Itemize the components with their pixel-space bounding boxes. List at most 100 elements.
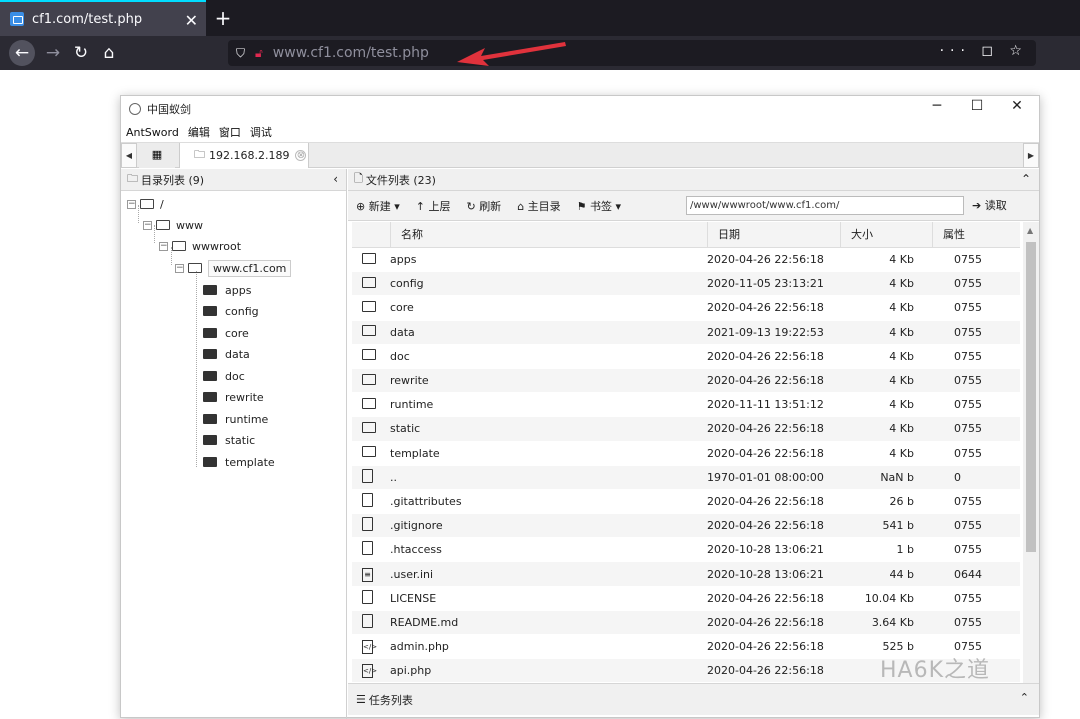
menu-edit[interactable]: 编辑 [188, 124, 210, 140]
browser-tab[interactable]: cf1.com/test.php ✕ [0, 0, 206, 36]
menu-window[interactable]: 窗口 [219, 124, 241, 140]
maximize-button[interactable]: ☐ [955, 98, 999, 114]
scroll-up-icon[interactable]: ▲ [1027, 226, 1033, 235]
bookmark-button[interactable]: ⚑ 书签 ▾ [569, 198, 629, 214]
url-text[interactable]: www.cf1.com/test.php [273, 45, 429, 61]
tree-node-config[interactable]: config [203, 302, 259, 320]
home-dir-button[interactable]: ⌂ 主目录 [509, 198, 568, 214]
folder-filled-icon [203, 414, 217, 424]
table-row[interactable]: static 2020-04-26 22:56:18 4 Kb 0755 [352, 417, 1020, 442]
name-column-header[interactable]: 名称 [390, 222, 707, 247]
scrollbar-thumb[interactable] [1026, 242, 1036, 552]
tab-close-icon[interactable]: ✕ [185, 11, 198, 30]
file-date-cell: 2020-10-28 13:06:21 [707, 567, 824, 581]
date-column-header[interactable]: 日期 [707, 222, 840, 247]
table-row[interactable]: template 2020-04-26 22:56:18 4 Kb 0755 [352, 442, 1020, 466]
tab-scroll-right-icon[interactable]: ▶ [1023, 143, 1039, 168]
tree-node-template[interactable]: template [203, 453, 275, 471]
file-attr-cell: 0755 [954, 591, 982, 605]
table-row[interactable]: apps 2020-04-26 22:56:18 4 Kb 0755 [352, 248, 1020, 273]
folder-icon [352, 421, 390, 436]
attr-column-header[interactable]: 属性 [932, 222, 1020, 247]
tab-scroll-left-icon[interactable]: ◀ [121, 143, 137, 168]
directory-panel: 🗀︎ 目录列表 (9) ‹ − / − www − wwwroot − www.… [121, 169, 347, 719]
tree-node-data[interactable]: data [203, 345, 250, 363]
tracking-shield-icon[interactable]: ⛉ [236, 46, 245, 61]
directory-panel-title: 目录列表 (9) [141, 173, 205, 187]
grid-home-icon[interactable]: ▦ [139, 143, 175, 168]
parent-dir-label: 上层 [428, 199, 451, 213]
new-button[interactable]: ⊕ 新建 ▾ [348, 198, 408, 214]
tree-node-apps[interactable]: apps [203, 281, 251, 299]
expand-task-list-icon[interactable]: ⌃ [1020, 691, 1029, 704]
parent-dir-button[interactable]: ↑ 上层 [408, 198, 459, 214]
new-tab-button[interactable]: + [212, 6, 234, 30]
folder-icon [352, 300, 390, 315]
session-tab-strip: ◀ ▦ 🗀︎ 192.168.2.189 ⊗ ▶ [121, 142, 1039, 168]
table-row[interactable]: LICENSE 2020-04-26 22:56:18 10.04 Kb 0755 [352, 587, 1020, 611]
file-size-cell: 4 Kb [889, 446, 914, 460]
menu-debug[interactable]: 调试 [250, 124, 272, 140]
tree-node-rewrite[interactable]: rewrite [203, 388, 264, 406]
reload-icon[interactable]: ↻ [68, 40, 94, 66]
url-bar[interactable]: ⛉ 🔓︎ www.cf1.com/test.php ··· ◻ ☆ [228, 40, 1036, 66]
table-row[interactable]: core 2020-04-26 22:56:18 4 Kb 0755 [352, 296, 1020, 321]
table-row[interactable]: rewrite 2020-04-26 22:56:18 4 Kb 0755 [352, 368, 1020, 394]
table-row[interactable]: doc 2020-04-26 22:56:18 4 Kb 0755 [352, 345, 1020, 369]
read-path-button[interactable]: ➔ 读取 [972, 197, 1007, 213]
tree-node-www[interactable]: − www [143, 216, 203, 234]
tree-node-site[interactable]: − www.cf1.com [175, 259, 292, 277]
file-list-scrollbar[interactable]: ▲ [1023, 222, 1039, 698]
page-actions-icons[interactable]: ··· ◻ ☆ [940, 43, 1028, 59]
session-tab[interactable]: 🗀︎ 192.168.2.189 ⊗ [179, 143, 309, 168]
tree-node-doc[interactable]: doc [203, 367, 245, 385]
table-row[interactable]: .gitattributes 2020-04-26 22:56:18 26 b 075… [352, 490, 1020, 515]
path-input[interactable]: /www/wwwroot/www.cf1.com/ [686, 196, 964, 215]
tree-node-wwwroot[interactable]: − wwwroot [159, 237, 241, 255]
home-icon[interactable]: ⌂ [96, 40, 122, 66]
tree-node-static[interactable]: static [203, 431, 255, 449]
folder-filled-icon [203, 328, 217, 338]
tree-node-runtime[interactable]: runtime [203, 410, 268, 428]
file-attr-cell: 0755 [954, 301, 982, 315]
file-date-cell: 2020-04-26 22:56:18 [707, 615, 824, 629]
file-size-cell: 4 Kb [889, 422, 914, 436]
expand-toggle-icon[interactable]: − [143, 220, 152, 230]
expand-toggle-icon[interactable]: − [127, 199, 136, 209]
table-row[interactable]: config 2020-11-05 23:13:21 4 Kb 0755 [352, 272, 1020, 297]
menu-antsword[interactable]: AntSword [126, 126, 179, 139]
table-row[interactable]: .. 1970-01-01 08:00:00 NaN b 0 [352, 465, 1020, 490]
folder-outline-icon [172, 241, 186, 251]
minimize-button[interactable]: ─ [915, 98, 959, 114]
table-row[interactable]: ≡ .user.ini 2020-10-28 13:06:21 44 b 0644 [352, 562, 1020, 587]
file-date-cell: 2020-04-26 22:56:18 [707, 494, 824, 508]
tree-node-core[interactable]: core [203, 324, 249, 342]
file-name-cell: admin.php [390, 640, 449, 654]
table-row[interactable]: README.md 2020-04-26 22:56:18 3.64 Kb 0755 [352, 610, 1020, 635]
insecure-lock-icon[interactable]: 🔓︎ [255, 46, 263, 61]
expand-toggle-icon[interactable]: − [159, 241, 168, 251]
table-row[interactable]: runtime 2020-11-11 13:51:12 4 Kb 0755 [352, 393, 1020, 418]
expand-toggle-icon[interactable]: − [175, 263, 184, 273]
tree-node-root[interactable]: − / [127, 195, 164, 213]
collapse-file-list-icon[interactable]: ⌃ [1021, 172, 1031, 186]
php-file-icon: </> [352, 639, 390, 655]
file-attr-cell: 0755 [954, 349, 982, 363]
back-arrow-icon[interactable]: ← [9, 40, 35, 66]
table-row[interactable]: .htaccess 2020-10-28 13:06:21 1 b 0755 [352, 538, 1020, 563]
folder-filled-icon [203, 392, 217, 402]
close-window-button[interactable]: ✕ [995, 98, 1039, 114]
directory-panel-header: 🗀︎ 目录列表 (9) ‹ [121, 169, 346, 191]
session-tab-close-icon[interactable]: ⊗ [295, 150, 307, 161]
size-column-header[interactable]: 大小 [840, 222, 932, 247]
collapse-left-panel-icon[interactable]: ‹ [333, 172, 338, 186]
folder-icon [352, 397, 390, 412]
table-row[interactable]: .gitignore 2020-04-26 22:56:18 541 b 0755 [352, 514, 1020, 539]
refresh-button[interactable]: ↻ 刷新 [458, 198, 509, 214]
forward-arrow-icon[interactable]: → [40, 40, 66, 66]
tree-node-label: doc [225, 369, 245, 383]
tree-node-label-selected: www.cf1.com [208, 259, 292, 277]
table-row[interactable]: data 2021-09-13 19:22:53 4 Kb 0755 [352, 320, 1020, 345]
file-attr-cell: 0755 [954, 374, 982, 388]
file-date-cell: 2020-04-26 22:56:18 [707, 374, 824, 388]
